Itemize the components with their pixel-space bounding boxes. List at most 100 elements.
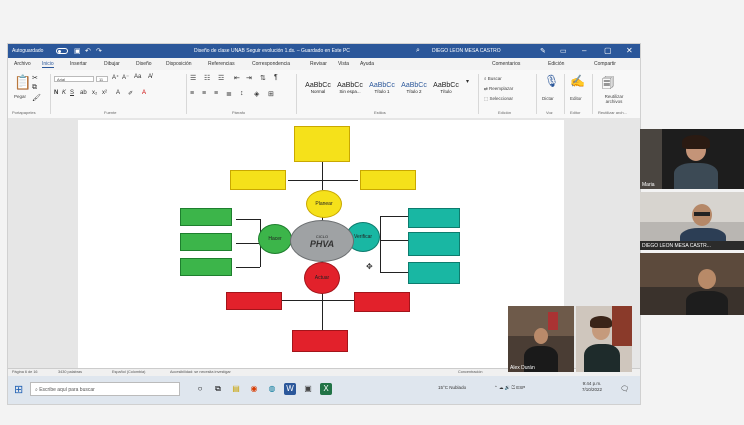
word-count[interactable]: 3430 palabras <box>58 370 82 374</box>
sort-icon[interactable]: ⇅ <box>260 74 266 82</box>
font-color-icon[interactable]: A <box>142 90 146 96</box>
superscript-icon[interactable]: x² <box>102 90 107 96</box>
search-icon[interactable]: ⌕ <box>416 47 420 55</box>
edit-mode-button[interactable]: Edición <box>548 61 564 67</box>
style-heading-1[interactable]: AaBbCc Título 1 <box>368 76 396 102</box>
participant-name: Maria <box>642 182 655 188</box>
undo-icon[interactable]: ↶ <box>85 47 91 55</box>
weather[interactable]: 15°C Nublado <box>438 385 466 390</box>
taskbar-search[interactable]: ⌕ Escribe aquí para buscar <box>30 382 180 396</box>
pen-icon[interactable]: ✎ <box>540 47 546 55</box>
grow-font-icon[interactable]: A⁺ <box>112 74 119 81</box>
tab-ayuda[interactable]: Ayuda <box>360 61 374 67</box>
language[interactable]: Español (Colombia) <box>112 370 145 374</box>
verificar-label: Verificar <box>353 234 373 240</box>
align-right-icon[interactable]: ≡ <box>214 90 218 97</box>
bullets-icon[interactable]: ☰ <box>190 74 196 82</box>
paste-icon[interactable]: 📋 <box>14 74 31 91</box>
minimize-icon[interactable]: – <box>582 46 586 55</box>
windows-taskbar: ⊞ ⌕ Escribe aquí para buscar ○ ⧉ ▤ ◉ ◍ W… <box>8 376 640 404</box>
align-left-icon[interactable]: ≡ <box>190 90 194 97</box>
document-page[interactable]: Planear Hacer Verificar Actuar CICLO PHV… <box>78 120 564 370</box>
tab-dibujar[interactable]: Dibujar <box>104 61 120 67</box>
font-size-select[interactable]: 11 <box>96 76 108 82</box>
format-painter-icon[interactable]: 🖌 <box>32 94 41 102</box>
tab-insertar[interactable]: Insertar <box>70 61 87 67</box>
edge-icon[interactable]: ◍ <box>266 383 278 395</box>
group-styles: Estilos <box>374 110 386 115</box>
redo-icon[interactable]: ↷ <box>96 47 102 55</box>
select-button[interactable]: ⬚ Seleccionar <box>484 96 513 102</box>
style-heading-2[interactable]: AaBbCc Título 2 <box>400 76 428 102</box>
word-icon[interactable]: W <box>284 383 296 395</box>
justify-icon[interactable]: ≣ <box>226 90 232 98</box>
cut-icon[interactable]: ✂ <box>32 74 38 82</box>
comments-button[interactable]: Comentarios <box>492 61 520 67</box>
participant-tile[interactable] <box>576 306 632 372</box>
style-title[interactable]: AaBbCc Título <box>432 76 460 102</box>
tab-disposicion[interactable]: Disposición <box>166 61 192 67</box>
maximize-icon[interactable]: ▢ <box>604 46 612 55</box>
tab-referencias[interactable]: Referencias <box>208 61 235 67</box>
microphone-icon[interactable]: 🎙 <box>544 74 559 88</box>
editor-icon[interactable]: ✍ <box>570 74 585 88</box>
change-case-icon[interactable]: Aa <box>134 74 141 80</box>
move-cursor-icon: ✥ <box>366 262 373 271</box>
zoom-icon[interactable]: ▣ <box>302 383 314 395</box>
save-icon[interactable]: ▣ <box>74 47 81 55</box>
align-center-icon[interactable]: ≡ <box>202 90 206 97</box>
strikethrough-icon[interactable]: ab <box>80 90 87 96</box>
page-count[interactable]: Página 6 de 16 <box>12 370 38 374</box>
copy-icon[interactable]: ⧉ <box>32 84 37 92</box>
clock[interactable]: 9:44 p.m. 7/10/2022 <box>582 381 602 393</box>
ribbon-display-icon[interactable]: ▭ <box>560 47 567 55</box>
numbering-icon[interactable]: ☷ <box>204 74 210 82</box>
participant-tile[interactable]: Maria <box>640 129 744 189</box>
bold-icon[interactable]: N <box>54 90 58 96</box>
line-spacing-icon[interactable]: ↕ <box>240 90 244 97</box>
styles-more-icon[interactable]: ▾ <box>466 78 469 85</box>
cortana-icon[interactable]: ○ <box>194 383 206 395</box>
file-explorer-icon[interactable]: ▤ <box>230 383 242 395</box>
tab-revisar[interactable]: Revisar <box>310 61 327 67</box>
close-icon[interactable]: ✕ <box>626 46 633 55</box>
replace-button[interactable]: ⇄ Reemplazar <box>484 86 513 92</box>
tray-icons[interactable]: ⌃ ☁ 🔊 ⏍ ESP <box>494 385 525 391</box>
decrease-indent-icon[interactable]: ⇤ <box>234 74 240 82</box>
chrome-icon[interactable]: ◉ <box>248 383 260 395</box>
tab-inicio[interactable]: Inicio <box>42 61 54 68</box>
task-view-icon[interactable]: ⧉ <box>212 383 224 395</box>
hacer-box-1 <box>180 208 232 226</box>
participant-tile[interactable]: Alex Durán <box>508 306 574 372</box>
tab-vista[interactable]: Vista <box>338 61 349 67</box>
highlight-icon[interactable]: ✐ <box>128 90 133 97</box>
excel-icon[interactable]: X <box>320 383 332 395</box>
style-normal[interactable]: AaBbCc Normal <box>304 76 332 102</box>
participant-tile[interactable] <box>640 253 744 315</box>
borders-icon[interactable]: ⊞ <box>268 90 274 98</box>
tab-archivo[interactable]: Archivo <box>14 61 31 67</box>
windows-start-icon[interactable]: ⊞ <box>14 383 23 396</box>
underline-icon[interactable]: S <box>70 90 74 96</box>
accessibility-status[interactable]: Accesibilidad: se necesita investigar <box>170 370 231 374</box>
style-no-spacing[interactable]: AaBbCc Sin espa... <box>336 76 364 102</box>
text-effects-icon[interactable]: A <box>116 90 120 96</box>
shrink-font-icon[interactable]: A⁻ <box>122 74 129 81</box>
multilevel-icon[interactable]: ☲ <box>218 74 224 82</box>
tab-correspondencia[interactable]: Correspondencia <box>252 61 290 67</box>
find-button[interactable]: ⌕ Buscar <box>484 76 502 81</box>
reuse-files-icon[interactable]: 🗐 <box>602 74 614 95</box>
pilcrow-icon[interactable]: ¶ <box>274 74 278 81</box>
tab-diseno[interactable]: Diseño <box>136 61 152 67</box>
shading-icon[interactable]: ◈ <box>254 90 259 98</box>
font-name-select[interactable]: Arial <box>54 76 94 82</box>
italic-icon[interactable]: K <box>62 90 66 96</box>
subscript-icon[interactable]: x₂ <box>92 90 97 96</box>
clear-format-icon[interactable]: A̸ <box>148 74 152 80</box>
share-button[interactable]: Compartir <box>594 61 616 67</box>
autosave-toggle[interactable] <box>56 48 68 54</box>
increase-indent-icon[interactable]: ⇥ <box>246 74 252 82</box>
notifications-icon[interactable]: 🗨 <box>620 385 629 393</box>
focus-mode[interactable]: Concentración <box>458 370 482 374</box>
participant-tile[interactable]: DIEGO LEON MESA CASTR... <box>640 192 744 250</box>
